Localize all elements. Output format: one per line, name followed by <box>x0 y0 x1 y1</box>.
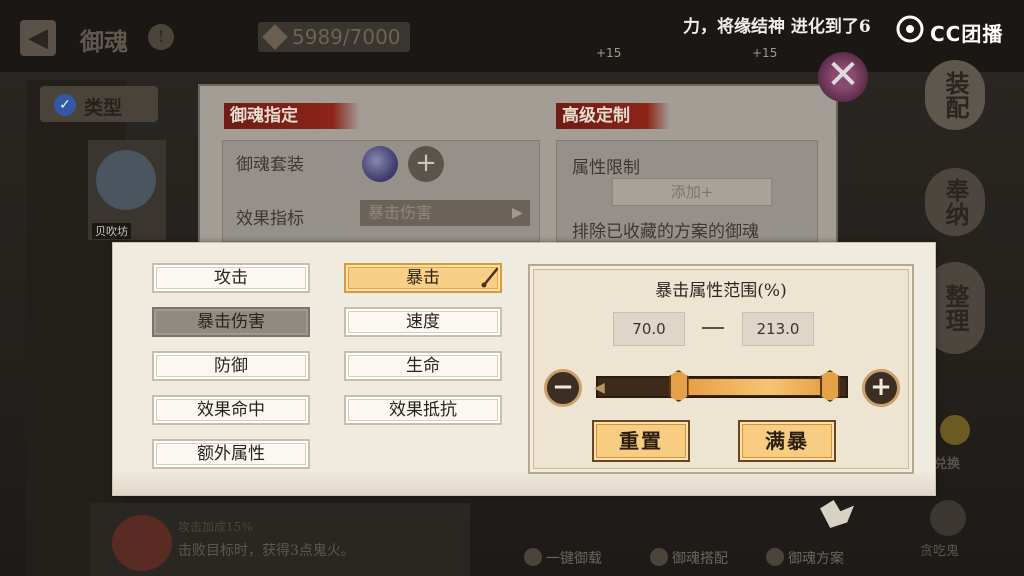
soul-combo-button[interactable]: 御魂搭配 <box>672 548 728 568</box>
glutton-label[interactable]: 贪吃鬼 <box>920 540 959 559</box>
effect-index-select[interactable]: 暴击伤害 <box>360 200 530 226</box>
back-button[interactable]: ◀ <box>20 20 56 56</box>
range-min-input[interactable]: 70.0 <box>613 312 685 346</box>
range-slider-max-handle[interactable] <box>820 370 840 402</box>
attr-limit-label: 属性限制 <box>572 158 640 178</box>
soul-plan-button[interactable]: 御魂方案 <box>788 548 844 568</box>
attr-speed-button[interactable]: 速度 <box>344 307 502 337</box>
play-arrow-icon: ▶ <box>512 205 523 221</box>
soul-set-icon[interactable] <box>362 146 398 182</box>
soul-avatar <box>112 515 172 571</box>
add-set-button[interactable]: + <box>408 146 444 182</box>
attr-effect-hit-button[interactable]: 效果命中 <box>152 395 310 425</box>
level-plus-label: +15 <box>752 46 778 60</box>
attr-crit-button[interactable]: 暴击 <box>344 263 502 293</box>
screen-title: 御魂 <box>80 27 128 56</box>
type-filter-label: 类型 <box>84 97 123 119</box>
storage-button[interactable]: 奉纳 <box>925 168 985 236</box>
increase-button[interactable]: + <box>862 369 900 407</box>
level-plus-label: +15 <box>596 46 622 60</box>
one-click-equip-button[interactable]: 一键御载 <box>546 548 602 568</box>
attr-effect-resist-button[interactable]: 效果抵抗 <box>344 395 502 425</box>
reset-button[interactable]: 重置 <box>592 420 690 462</box>
soul-effect-title: 攻击加成15% <box>178 520 253 534</box>
range-separator <box>702 327 724 329</box>
exclude-favorites-label: 排除已收藏的方案的御魂 <box>572 222 759 242</box>
soul-designation-banner: 御魂指定 <box>224 103 360 129</box>
attr-crit-damage-button[interactable]: 暴击伤害 <box>152 307 310 337</box>
slider-end-arrow-icon: ◀ <box>594 380 605 396</box>
help-icon[interactable]: ! <box>148 24 174 50</box>
set-label: 御魂套装 <box>236 155 304 175</box>
exchange-icon[interactable] <box>940 415 970 445</box>
attr-attack-button[interactable]: 攻击 <box>152 263 310 293</box>
attr-extra-button[interactable]: 额外属性 <box>152 439 310 469</box>
attr-defense-button[interactable]: 防御 <box>152 351 310 381</box>
glutton-icon[interactable] <box>930 500 966 536</box>
soul-card-label: 贝吹坊 <box>92 223 131 239</box>
max-crit-button[interactable]: 满暴 <box>738 420 836 462</box>
stream-logo-text: CC团播 <box>930 22 1004 46</box>
decrease-button[interactable]: − <box>544 369 582 407</box>
brush-icon <box>481 267 499 288</box>
close-button[interactable]: ✕ <box>818 52 868 102</box>
brush-edit-icon <box>480 266 500 288</box>
attr-hp-button[interactable]: 生命 <box>344 351 502 381</box>
cc-logo-icon <box>896 15 924 43</box>
combo-icon <box>650 548 668 566</box>
equip-button[interactable]: 装配 <box>925 60 985 130</box>
check-icon: ✓ <box>54 94 76 116</box>
range-slider-min-handle[interactable] <box>668 370 689 402</box>
advanced-custom-banner: 高级定制 <box>556 103 670 129</box>
soul-effect-description: 击败目标时，获得3点鬼火。 <box>178 543 355 559</box>
range-slider-fill <box>678 379 830 395</box>
plan-icon <box>766 548 784 566</box>
effect-index-label: 效果指标 <box>236 209 304 229</box>
soul-count: 5989/7000 <box>292 25 401 49</box>
range-title: 暴击属性范围(%) <box>655 281 787 301</box>
soul-card-thumbnail <box>96 150 156 210</box>
one-click-icon <box>524 548 542 566</box>
add-attr-limit-button[interactable]: 添加+ <box>612 178 772 206</box>
range-max-input[interactable]: 213.0 <box>742 312 814 346</box>
marquee-announcement: 力，将缘结神 进化到了6 <box>683 17 871 37</box>
